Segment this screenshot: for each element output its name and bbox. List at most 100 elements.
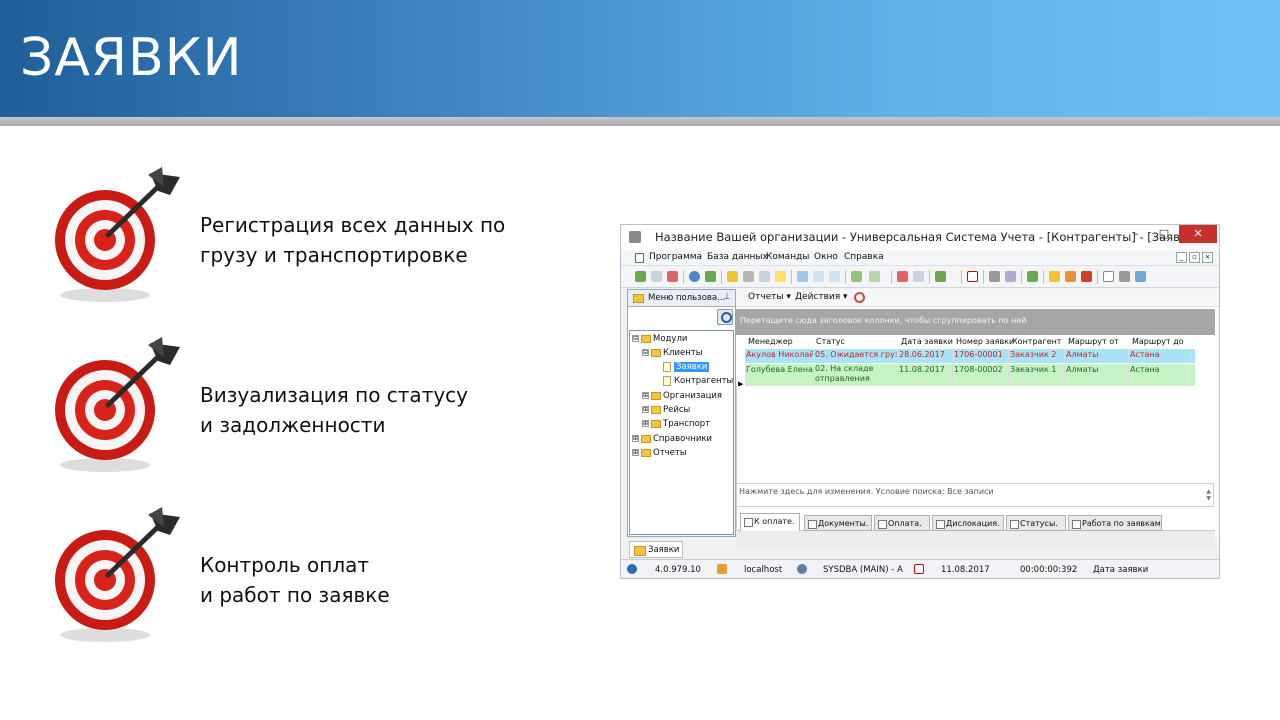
note-icon[interactable]	[775, 271, 786, 282]
tree-node-clients[interactable]: ⊟ Клиенты	[642, 347, 702, 360]
header-divider	[0, 117, 1280, 126]
collapse-icon[interactable]: ⊟	[642, 349, 649, 356]
column-header-manager[interactable]: Менеджер	[748, 336, 793, 348]
user-menu-header: Меню пользова... ⊥	[628, 290, 735, 307]
tree-node-organization[interactable]: ⊞ Организация	[642, 390, 722, 403]
table-row[interactable]: Акулов Николай 05. Ожидается груз 28.06.…	[745, 349, 1195, 363]
grid-toolbar: Отчеты ▾ Действия ▾	[736, 289, 1219, 307]
tree-node-reports[interactable]: ⊞ Отчеты	[632, 447, 687, 460]
tree-node-modules[interactable]: ⊟ Модули	[632, 333, 687, 346]
export-icon[interactable]	[851, 271, 862, 282]
cascade-icon[interactable]	[913, 271, 924, 282]
window-icon[interactable]	[797, 271, 808, 282]
calendar-icon[interactable]	[967, 271, 978, 282]
slide-title: ЗАЯВКИ	[20, 28, 243, 88]
cell-route-to: Астана	[1129, 349, 1192, 363]
tree-node-transport[interactable]: ⊞ Транспорт	[642, 418, 710, 431]
settings-icon[interactable]	[1005, 271, 1016, 282]
menu-window[interactable]: Окно	[814, 252, 838, 262]
expand-icon[interactable]	[829, 271, 840, 282]
menu-help[interactable]: Справка	[844, 252, 884, 262]
folder-icon	[641, 448, 651, 457]
target-icon	[55, 337, 180, 472]
expand-icon[interactable]: ⊞	[642, 420, 649, 427]
tree-node-counterparties[interactable]: Контрагенты	[663, 375, 733, 388]
pin-icon[interactable]: ⊥	[723, 292, 731, 302]
close-button[interactable]: ✕	[1179, 225, 1217, 243]
chart-icon[interactable]	[1027, 271, 1038, 282]
import-icon[interactable]	[869, 271, 880, 282]
search-icon[interactable]	[717, 309, 733, 325]
copy-icon[interactable]	[651, 271, 662, 282]
tab-request-work[interactable]: Работа по заявкам	[1068, 515, 1162, 531]
cell-manager: Голубева Елена	[745, 364, 814, 386]
status-date: 11.08.2017	[941, 565, 990, 575]
document-icon	[635, 253, 644, 263]
bullet-line: и работ по заявке	[200, 583, 390, 607]
calendar-icon	[914, 564, 924, 574]
filter-refresh-icon[interactable]	[705, 271, 716, 282]
toolbar-separator	[721, 270, 722, 284]
users-icon[interactable]	[1065, 271, 1076, 282]
tab-statuses[interactable]: Статусы.	[1006, 515, 1066, 531]
column-header-counterparty[interactable]: Контрагент	[1012, 336, 1061, 348]
reports-dropdown[interactable]: Отчеты ▾	[748, 292, 791, 302]
filter-condition-text: Нажмите здесь для изменения. Условие пои…	[739, 487, 994, 496]
column-header-date[interactable]: Дата заявки	[901, 336, 953, 348]
window-titlebar[interactable]: Название Вашей организации - Универсальн…	[621, 225, 1219, 250]
menu-program[interactable]: Программа	[649, 252, 702, 262]
collapse-icon[interactable]	[813, 271, 824, 282]
detail-tabs: К оплате. Документы. Оплата. Дислокация.…	[736, 513, 1214, 531]
tab-documents[interactable]: Документы.	[804, 515, 872, 531]
folder-icon	[633, 294, 644, 303]
tab-to-pay[interactable]: К оплате.	[740, 513, 800, 531]
mdi-restore-icon[interactable]: ▫	[1189, 252, 1200, 263]
filter-condition-bar[interactable]: Нажмите здесь для изменения. Условие пои…	[736, 483, 1214, 507]
toolbar-separator	[683, 270, 684, 284]
expand-icon[interactable]: ⊞	[632, 435, 639, 442]
funnel-clear-icon[interactable]	[743, 271, 754, 282]
column-header-route-to[interactable]: Маршрут до	[1132, 336, 1184, 348]
tree-node-label: Клиенты	[663, 348, 703, 358]
column-header-status[interactable]: Статус	[816, 336, 845, 348]
tree-node-references[interactable]: ⊞ Справочники	[632, 433, 712, 446]
stop-icon[interactable]	[854, 292, 865, 303]
refresh-icon[interactable]	[635, 271, 646, 282]
menu-commands[interactable]: Команды	[766, 252, 809, 262]
scroll-arrows-icon[interactable]: ▲ ▼	[1206, 488, 1211, 502]
mdi-minimize-icon[interactable]: _	[1176, 252, 1187, 263]
tab-dislocation[interactable]: Дислокация.	[932, 515, 1004, 531]
column-header-route-from[interactable]: Маршрут от	[1068, 336, 1119, 348]
tab-payment[interactable]: Оплата.	[874, 515, 930, 531]
minimize-button[interactable]: –	[1123, 225, 1149, 243]
redo-icon[interactable]	[1135, 271, 1146, 282]
connection-icon[interactable]	[1081, 271, 1092, 282]
delete-icon[interactable]	[667, 271, 678, 282]
expand-icon[interactable]: ⊞	[632, 449, 639, 456]
db-tools-icon[interactable]	[935, 271, 946, 282]
column-header-number[interactable]: Номер заявки	[956, 336, 1014, 348]
expand-icon[interactable]: ⊞	[642, 392, 649, 399]
print-preview-icon[interactable]	[759, 271, 770, 282]
page-icon[interactable]	[1103, 271, 1114, 282]
new-window-icon[interactable]	[897, 271, 908, 282]
mdi-close-icon[interactable]: ×	[1202, 252, 1213, 263]
toolbar-separator	[845, 270, 846, 284]
module-tree: ⊟ Модули ⊟ Клиенты Заявки Контрагенты ⊞ Орг…	[629, 330, 734, 535]
tree-node-requests[interactable]: Заявки	[663, 361, 710, 374]
table-row[interactable]: Голубева Елена 02. На складе отправления…	[745, 364, 1195, 386]
actions-dropdown[interactable]: Действия ▾	[795, 292, 848, 302]
lock-icon[interactable]	[1049, 271, 1060, 282]
document-tab-requests[interactable]: Заявки	[629, 541, 683, 558]
group-by-area[interactable]: Перетащите сюда заголовок колонки, чтобы…	[736, 309, 1215, 335]
search-icon[interactable]	[689, 271, 700, 282]
menu-database[interactable]: База данных	[707, 252, 768, 262]
collapse-icon[interactable]: ⊟	[632, 335, 639, 342]
maximize-button[interactable]: □	[1151, 225, 1177, 243]
printer-icon[interactable]	[1119, 271, 1130, 282]
bullet-line: Регистрация всех данных по	[200, 213, 506, 237]
funnel-icon[interactable]	[727, 271, 738, 282]
expand-icon[interactable]: ⊞	[642, 406, 649, 413]
tools-icon[interactable]	[989, 271, 1000, 282]
tree-node-trips[interactable]: ⊞ Рейсы	[642, 404, 690, 417]
